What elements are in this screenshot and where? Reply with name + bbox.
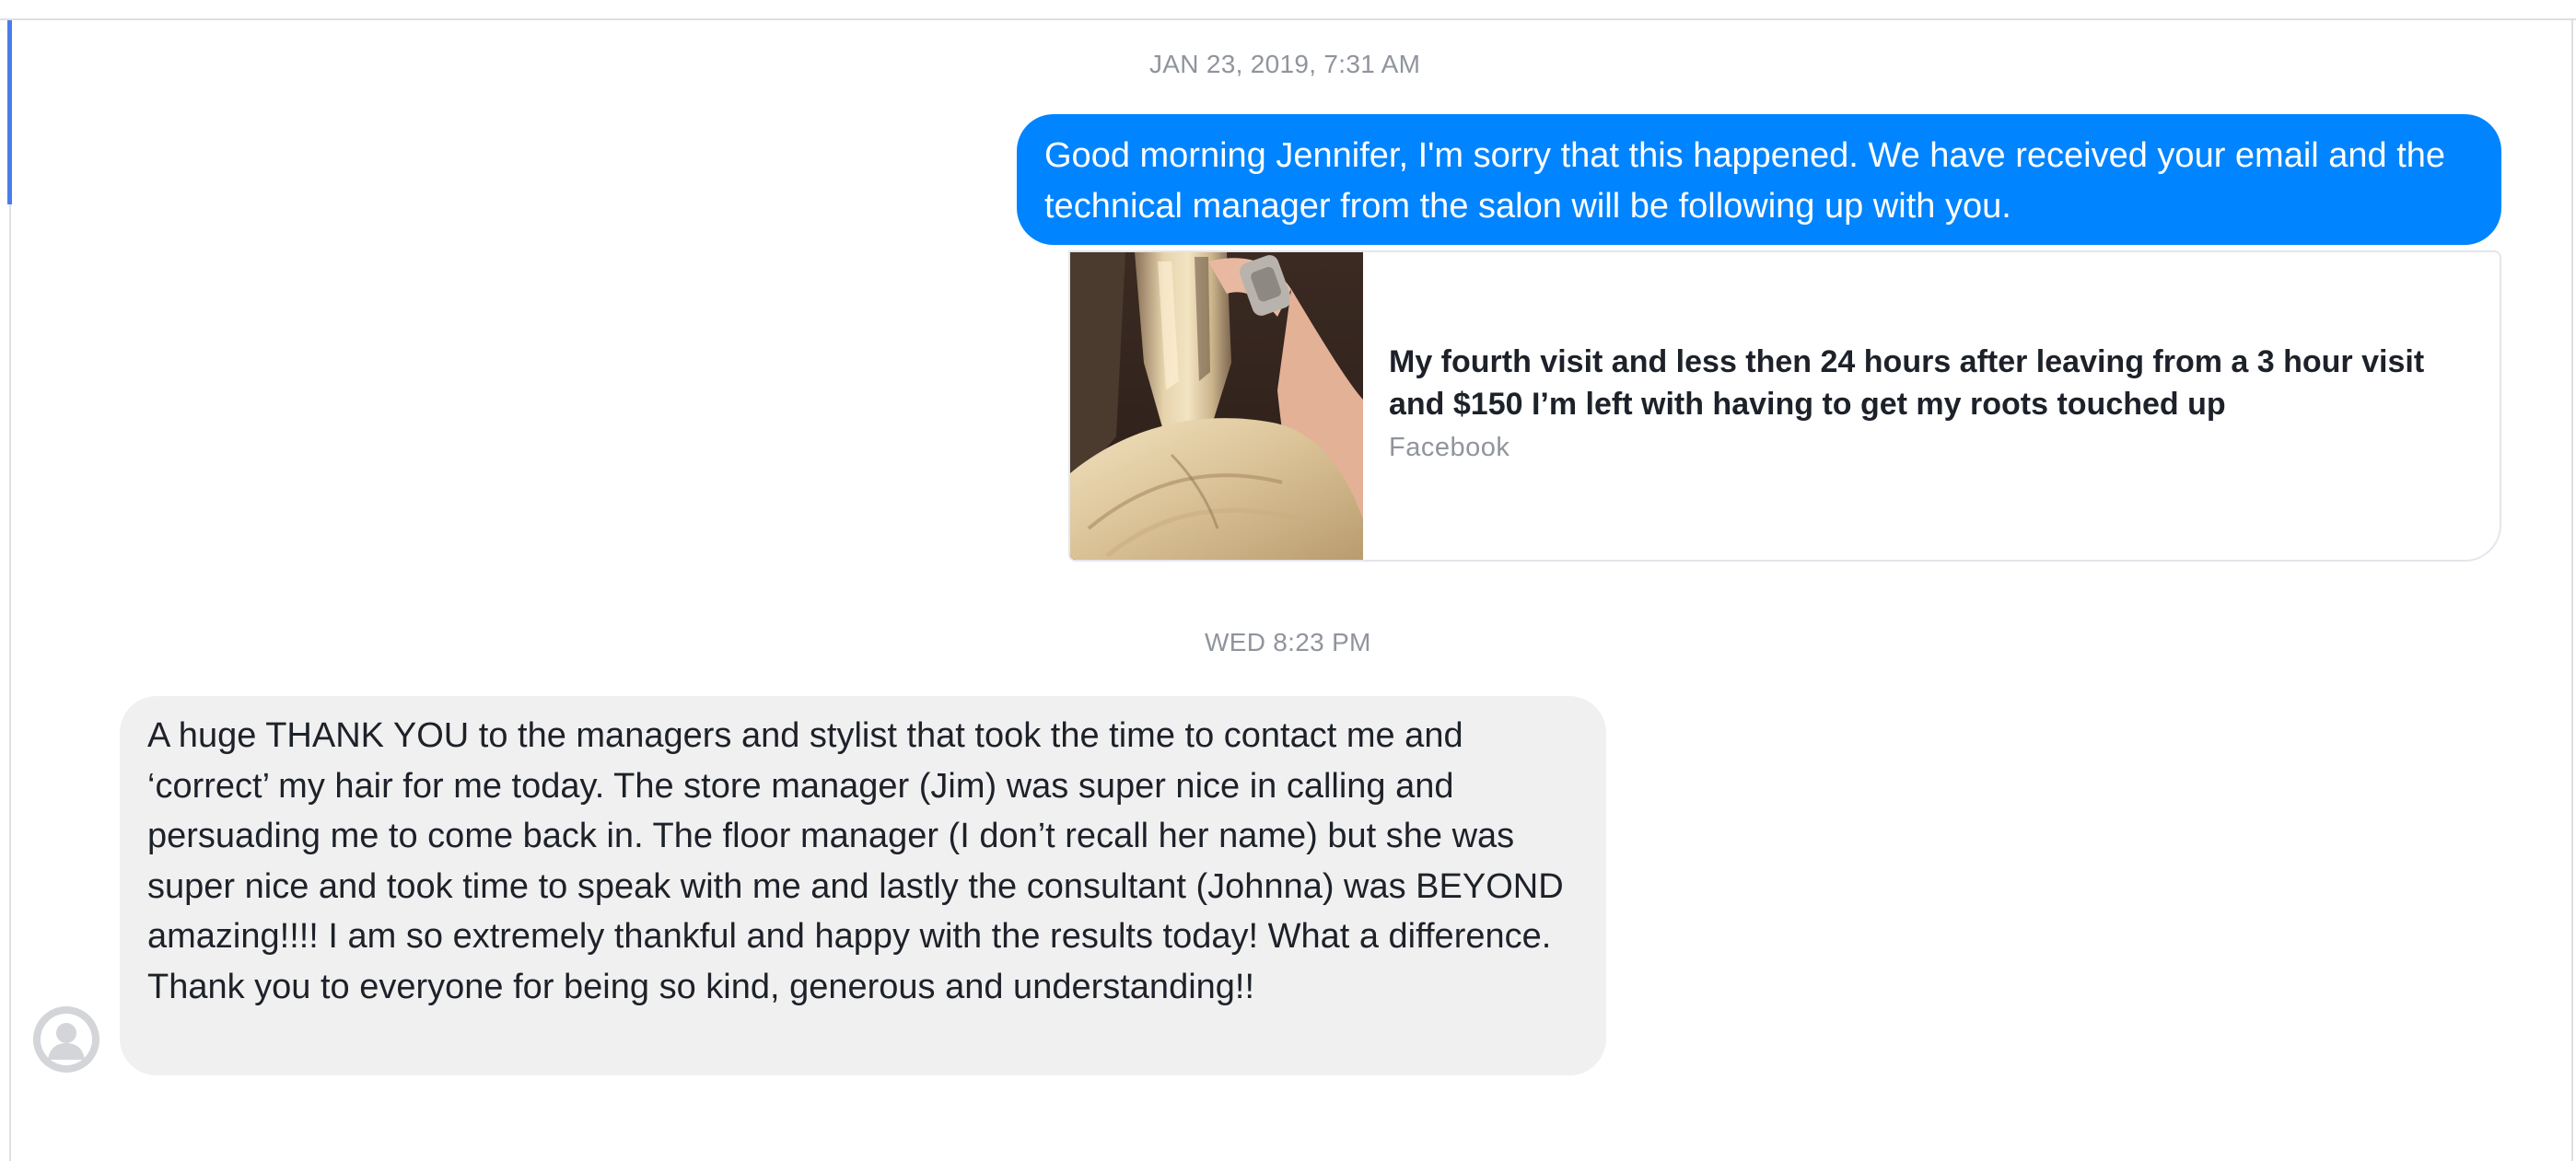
avatar[interactable]	[33, 1006, 99, 1073]
default-profile-icon	[33, 1006, 99, 1073]
right-divider	[2571, 18, 2573, 1161]
link-preview-title: My fourth visit and less then 24 hours a…	[1389, 344, 2425, 422]
outgoing-message-text: Good morning Jennifer, I'm sorry that th…	[1044, 136, 2446, 226]
message-timestamp: JAN 23, 2019, 7:31 AM	[1149, 50, 1421, 78]
link-thumbnail-image	[1070, 252, 1363, 560]
incoming-message-text: A huge THANK YOU to the managers and sty…	[147, 716, 1564, 1006]
link-preview-source: Facebook	[1389, 433, 1510, 462]
active-thread-indicator	[7, 20, 12, 204]
outgoing-message-bubble[interactable]: Good morning Jennifer, I'm sorry that th…	[1017, 114, 2501, 245]
message-timestamp: WED 8:23 PM	[1205, 628, 1371, 656]
messenger-conversation: JAN 23, 2019, 7:31 AM Good morning Jenni…	[0, 0, 2576, 1161]
incoming-message-bubble[interactable]: A huge THANK YOU to the managers and sty…	[120, 696, 1606, 1075]
shared-link-preview[interactable]: My fourth visit and less then 24 hours a…	[1068, 250, 2501, 562]
top-divider	[0, 0, 2576, 20]
